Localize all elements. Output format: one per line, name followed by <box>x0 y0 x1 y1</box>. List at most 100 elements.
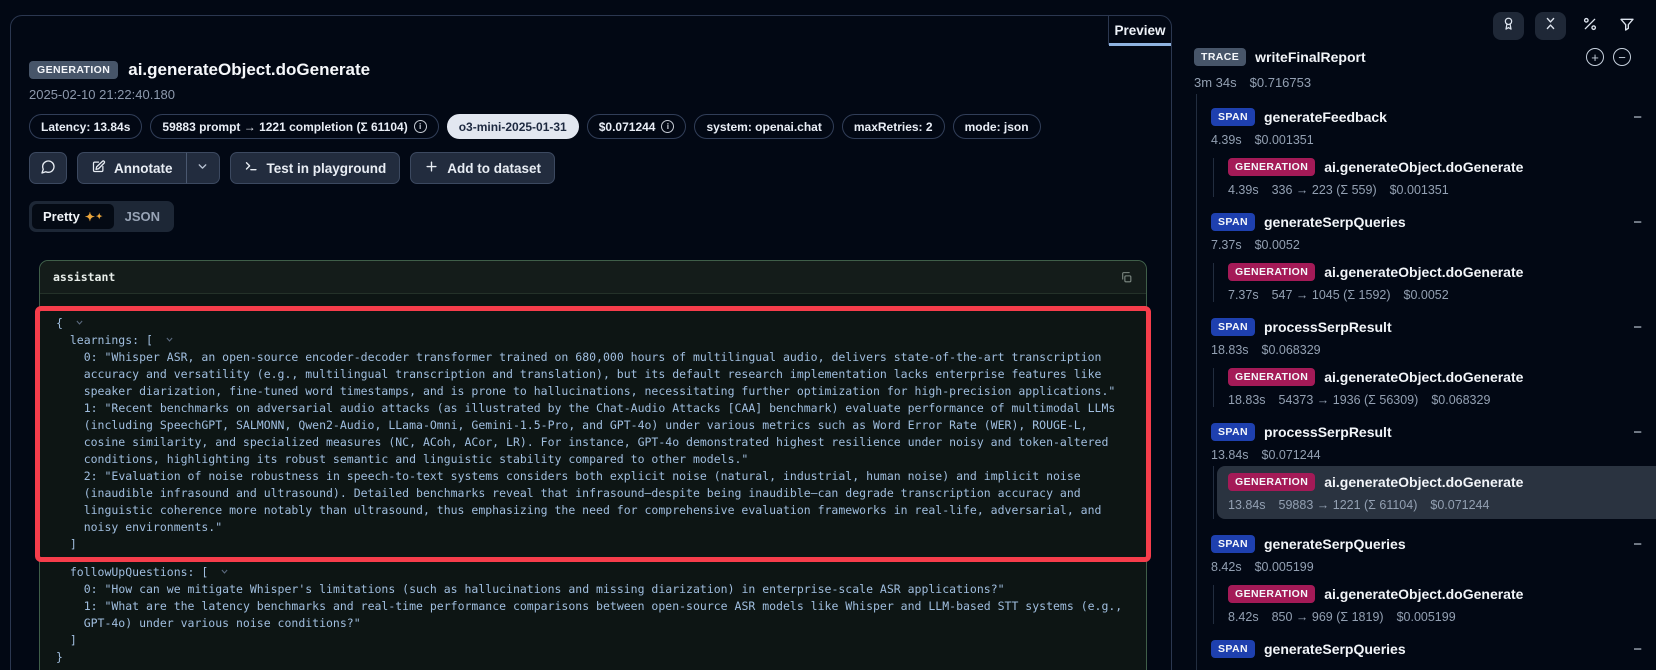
percent-metrics-button[interactable] <box>1577 12 1603 40</box>
trace-actions: + − <box>1586 48 1631 66</box>
pill-label: system: openai.chat <box>706 120 821 134</box>
info-icon[interactable]: i <box>414 120 427 133</box>
span-stats: 18.83s$0.068329 <box>1211 343 1656 357</box>
generation-row[interactable]: GENERATIONai.generateObject.doGenerate18… <box>1228 368 1656 407</box>
span-duration: 13.84s <box>1211 448 1249 462</box>
generation-stats: 7.37s547 → 1045 (Σ 1592)$0.0052 <box>1228 288 1656 302</box>
tree-guide-line <box>1196 94 1197 670</box>
observation-detail-panel: Preview GENERATION ai.generateObject.doG… <box>10 15 1172 670</box>
collapse-node-icon[interactable]: − <box>1633 536 1642 553</box>
trace-root-row[interactable]: TRACE writeFinalReport + − <box>1194 48 1656 66</box>
collapse-circle-button[interactable]: − <box>1613 48 1631 66</box>
generation-tokens: 850 → 969 (Σ 1819) <box>1272 610 1384 624</box>
generation-row-selected[interactable]: GENERATIONai.generateObject.doGenerate13… <box>1217 466 1656 519</box>
toolbar: Annotate Test in playground Add to <box>29 152 1171 184</box>
trace-tree: SPANgenerateFeedback−4.39s$0.001351GENER… <box>1211 108 1656 658</box>
trace-badge: TRACE <box>1194 48 1246 66</box>
metadata-pill: $0.071244i <box>587 114 687 139</box>
add-to-dataset-button[interactable]: Add to dataset <box>410 152 555 184</box>
span-duration: 7.37s <box>1211 238 1242 252</box>
collapse-node-icon[interactable]: − <box>1633 214 1642 231</box>
collapse-all-button[interactable] <box>1535 12 1566 40</box>
json-array-item: 0: "Whisper ASR, an open-source encoder-… <box>56 349 1130 400</box>
trace-node: SPANprocessSerpResult−13.84s$0.071244GEN… <box>1211 423 1656 519</box>
json-array-close: ] <box>56 632 1130 649</box>
span-row[interactable]: SPAN processSerpResult − <box>1211 318 1656 336</box>
generation-badge: GENERATION <box>1228 263 1315 281</box>
sparkles-icon: ✦ <box>85 210 95 224</box>
generation-badge: GENERATION <box>1228 473 1315 491</box>
metadata-pill: mode: json <box>953 114 1041 139</box>
collapse-toggle-icon[interactable] <box>75 318 84 327</box>
generation-row[interactable]: GENERATIONai.generateObject.doGenerate 7.… <box>1228 263 1656 302</box>
span-row[interactable]: SPAN processSerpResult − <box>1211 423 1656 441</box>
trace-node: SPANgenerateFeedback−4.39s$0.001351GENER… <box>1211 108 1656 197</box>
annotate-button[interactable]: Annotate <box>77 152 186 184</box>
pill-label: mode: json <box>965 120 1029 134</box>
span-stats: 8.42s$0.005199 <box>1211 560 1656 574</box>
pill-label: Latency: 13.84s <box>41 120 130 134</box>
span-children: GENERATIONai.generateObject.doGenerate13… <box>1213 466 1656 519</box>
comment-button[interactable] <box>29 152 67 184</box>
info-icon[interactable]: i <box>661 120 674 133</box>
generation-head: GENERATIONai.generateObject.doGenerate <box>1228 158 1656 176</box>
span-name: processSerpResult <box>1264 424 1392 440</box>
generation-duration: 18.83s <box>1228 393 1266 407</box>
tab-preview[interactable]: Preview <box>1108 16 1171 45</box>
span-name: generateFeedback <box>1264 109 1387 125</box>
generation-cost: $0.005199 <box>1397 610 1456 624</box>
span-name: generateSerpQueries <box>1264 536 1406 552</box>
metadata-pill: o3-mini-2025-01-31 <box>447 114 579 139</box>
generation-row[interactable]: GENERATIONai.generateObject.doGenerate8.… <box>1228 585 1656 624</box>
generation-duration: 8.42s <box>1228 610 1259 624</box>
trace-tree-sidebar: TRACE writeFinalReport + − 3m 34s $0.716… <box>1173 0 1656 670</box>
json-output-viewer: { learnings: [ 0: "Whisper ASR, an open-… <box>40 294 1146 670</box>
award-icon <box>1501 16 1516 36</box>
trace-node: SPANprocessSerpResult−18.83s$0.068329GEN… <box>1211 318 1656 407</box>
span-children: GENERATIONai.generateObject.doGenerate 7.… <box>1213 263 1656 302</box>
collapse-node-icon[interactable]: − <box>1633 319 1642 336</box>
percent-icon <box>1582 16 1598 36</box>
json-array-item: 1: "Recent benchmarks on adversarial aud… <box>56 400 1130 468</box>
span-children: GENERATIONai.generateObject.doGenerate18… <box>1213 368 1656 407</box>
span-children: GENERATIONai.generateObject.doGenerate 4.… <box>1213 158 1656 197</box>
span-badge: SPAN <box>1211 423 1255 441</box>
span-cost: $0.068329 <box>1262 343 1321 357</box>
playground-label: Test in playground <box>267 161 387 176</box>
span-row[interactable]: SPANgenerateSerpQueries− <box>1211 213 1656 231</box>
span-cost: $0.071244 <box>1262 448 1321 462</box>
span-row[interactable]: SPANgenerateSerpQueries− <box>1211 535 1656 553</box>
span-badge: SPAN <box>1211 318 1255 336</box>
filter-button[interactable] <box>1614 12 1640 40</box>
annotation-queue-button[interactable] <box>1493 12 1524 40</box>
generation-head: GENERATIONai.generateObject.doGenerate <box>1228 263 1656 281</box>
generation-row[interactable]: GENERATIONai.generateObject.doGenerate 4.… <box>1228 158 1656 197</box>
tab-json[interactable]: JSON <box>114 204 171 229</box>
test-in-playground-button[interactable]: Test in playground <box>230 152 401 184</box>
generation-duration: 4.39s <box>1228 183 1259 197</box>
tab-pretty[interactable]: Pretty ✦✦ <box>32 204 114 229</box>
metadata-pill: system: openai.chat <box>694 114 833 139</box>
collapse-node-icon[interactable]: − <box>1633 424 1642 441</box>
span-name: generateSerpQueries <box>1264 641 1406 657</box>
generation-duration: 13.84s <box>1228 498 1266 512</box>
collapse-toggle-icon[interactable] <box>165 335 174 344</box>
plus-icon <box>424 159 439 177</box>
annotate-dropdown-button[interactable] <box>186 152 220 184</box>
generation-cost: $0.068329 <box>1431 393 1490 407</box>
span-row[interactable]: SPANgenerateSerpQueries− <box>1211 640 1656 658</box>
pill-label: 59883 prompt → 1221 completion (Σ 61104) <box>162 120 407 134</box>
collapse-toggle-icon[interactable] <box>220 567 229 576</box>
collapse-node-icon[interactable]: − <box>1633 641 1642 658</box>
filter-icon <box>1619 16 1635 36</box>
generation-badge: GENERATION <box>1228 368 1315 386</box>
copy-icon[interactable] <box>1120 271 1133 284</box>
json-array-item: 1: "What are the latency benchmarks and … <box>56 598 1130 632</box>
collapse-node-icon[interactable]: − <box>1633 109 1642 126</box>
expand-all-circle-button[interactable]: + <box>1586 48 1604 66</box>
generation-cost: $0.071244 <box>1430 498 1489 512</box>
generation-badge: GENERATION <box>1228 158 1315 176</box>
generation-tokens: 336 → 223 (Σ 559) <box>1272 183 1377 197</box>
span-row[interactable]: SPANgenerateFeedback− <box>1211 108 1656 126</box>
span-name: processSerpResult <box>1264 319 1392 335</box>
